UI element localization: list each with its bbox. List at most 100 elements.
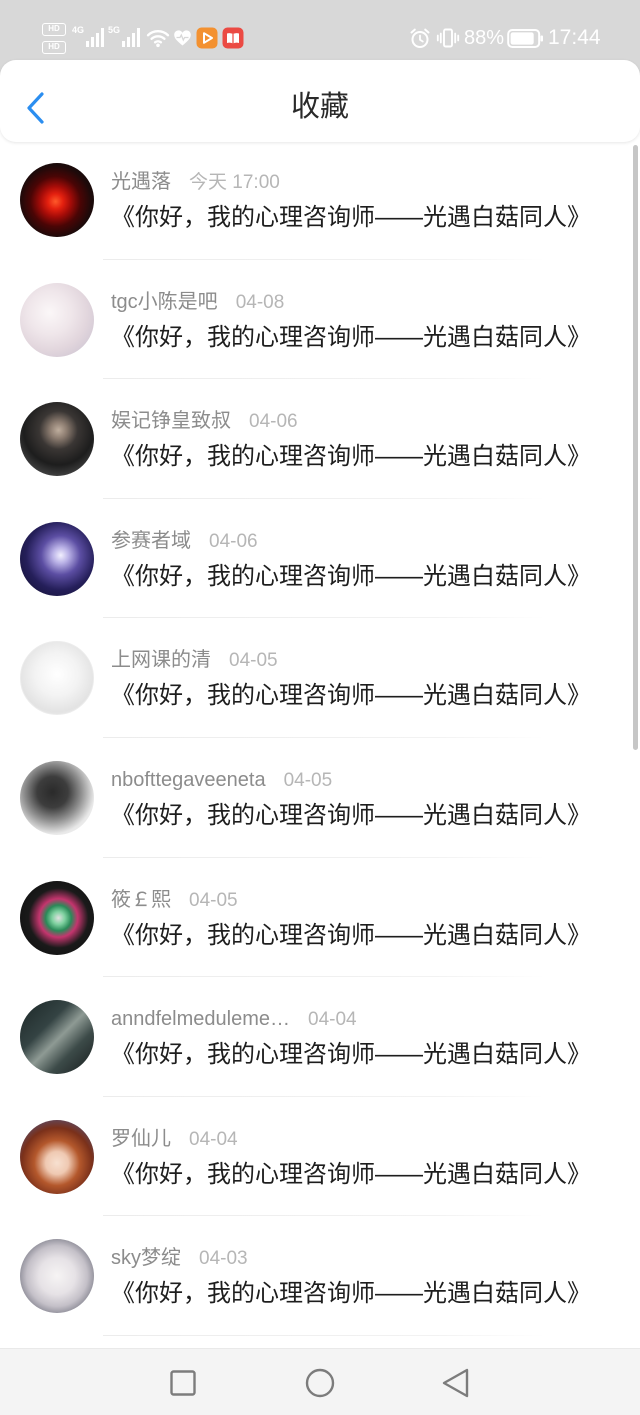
timestamp: 04-06	[249, 411, 298, 433]
home-icon	[305, 1368, 335, 1398]
post-title[interactable]: 《你好，我的心理咨询师——光遇白菇同人》	[111, 1279, 591, 1309]
item-header-line: 参赛者域 04-06	[111, 529, 258, 553]
item-header-line: tgc小陈是吧 04-08	[111, 290, 284, 314]
item-text: anndfelmeduleme… 04-04 《你好，我的心理咨询师——光遇白菇同…	[111, 977, 600, 1096]
divider	[103, 1334, 545, 1336]
battery-icon	[507, 29, 543, 48]
timestamp: 04-05	[229, 650, 278, 672]
avatar[interactable]	[20, 163, 94, 237]
hd-voice-badge: HD	[42, 23, 66, 36]
avatar[interactable]	[20, 402, 94, 477]
item-text: 罗仙儿 04-04 《你好，我的心理咨询师——光遇白菇同人》	[111, 1097, 600, 1216]
timestamp: 04-04	[189, 1128, 238, 1150]
item-header-line: nbofttegaveeneta 04-05	[111, 768, 332, 792]
username[interactable]: 参赛者域	[111, 530, 191, 552]
item-header-line: 上网课的清 04-05	[111, 648, 278, 672]
page-title: 收藏	[290, 91, 349, 123]
post-title[interactable]: 《你好，我的心理咨询师——光遇白菇同人》	[111, 203, 591, 233]
item-header-line: 光遇落 今天 17:00	[111, 170, 280, 194]
status-time: 17:44	[548, 26, 601, 49]
recent-apps-icon	[170, 1370, 196, 1396]
post-title[interactable]: 《你好，我的心理咨询师——光遇白菇同人》	[111, 681, 591, 711]
timestamp: 04-05	[283, 769, 333, 791]
back-icon	[442, 1368, 469, 1398]
item-text: tgc小陈是吧 04-08 《你好，我的心理咨询师——光遇白菇同人》	[111, 260, 600, 379]
battery-percent: 88%	[464, 27, 505, 49]
username[interactable]: nbofttegaveeneta	[111, 769, 266, 791]
post-title[interactable]: 《你好，我的心理咨询师——光遇白菇同人》	[111, 562, 591, 592]
timestamp: 04-03	[199, 1248, 248, 1270]
favorite-item[interactable]: sky梦绽 04-03 《你好，我的心理咨询师——光遇白菇同人》	[0, 1216, 640, 1336]
recent-apps-button[interactable]	[153, 1357, 213, 1409]
username[interactable]: anndfelmeduleme…	[111, 1008, 290, 1030]
system-back-button[interactable]	[425, 1357, 485, 1409]
item-text: 光遇落 今天 17:00 《你好，我的心理咨询师——光遇白菇同人》	[111, 140, 600, 259]
username[interactable]: 罗仙儿	[111, 1128, 171, 1150]
timestamp: 04-08	[235, 291, 285, 313]
timestamp: 04-06	[209, 530, 258, 552]
favorite-item[interactable]: nbofttegaveeneta 04-05 《你好，我的心理咨询师——光遇白菇同…	[0, 738, 640, 858]
home-button[interactable]	[290, 1357, 350, 1409]
battery-level-fill	[510, 32, 534, 45]
favorite-item[interactable]: 筱￡熙 04-05 《你好，我的心理咨询师——光遇白菇同人》	[0, 858, 640, 978]
favorite-item[interactable]: 光遇落 今天 17:00 《你好，我的心理咨询师——光遇白菇同人》	[0, 140, 640, 260]
vibrate-icon	[436, 28, 460, 48]
network-type-label: 5G	[108, 25, 120, 35]
avatar[interactable]	[20, 1000, 94, 1075]
timestamp: 今天 17:00	[189, 172, 280, 193]
back-arrow-icon	[27, 92, 44, 124]
avatar[interactable]	[20, 1119, 94, 1194]
signal-4g-icon: 4G	[72, 25, 104, 47]
video-app-icon	[196, 27, 218, 49]
item-header-line: anndfelmeduleme… 04-04	[111, 1007, 357, 1031]
timestamp: 04-04	[308, 1009, 357, 1031]
timestamp: 04-05	[189, 889, 238, 911]
system-navigation-bar	[0, 1348, 640, 1415]
post-title[interactable]: 《你好，我的心理咨询师——光遇白菇同人》	[111, 1040, 591, 1070]
heart-icon	[174, 30, 191, 46]
scrollbar[interactable]	[633, 145, 638, 750]
header: 收藏	[0, 60, 640, 142]
username[interactable]: sky梦绽	[111, 1247, 181, 1269]
reader-app-icon	[222, 27, 244, 49]
favorite-item[interactable]: 罗仙儿 04-04 《你好，我的心理咨询师——光遇白菇同人》	[0, 1097, 640, 1217]
phone-screen: HD HD 4G 5G 88% 17:44 收藏 光遇落 今天 17:00 《你…	[0, 0, 640, 1415]
post-title[interactable]: 《你好，我的心理咨询师——光遇白菇同人》	[111, 323, 591, 353]
item-header-line: 罗仙儿 04-04	[111, 1127, 238, 1151]
item-text: 上网课的清 04-05 《你好，我的心理咨询师——光遇白菇同人》	[111, 618, 600, 737]
username[interactable]: 筱￡熙	[111, 889, 171, 911]
item-header-line: 筱￡熙 04-05	[111, 888, 238, 912]
avatar[interactable]	[20, 282, 94, 357]
username[interactable]: 光遇落	[111, 171, 171, 193]
avatar[interactable]	[20, 760, 94, 835]
item-text: 参赛者域 04-06 《你好，我的心理咨询师——光遇白菇同人》	[111, 499, 600, 618]
favorites-list[interactable]: 光遇落 今天 17:00 《你好，我的心理咨询师——光遇白菇同人》 tgc小陈是吧…	[0, 140, 640, 1348]
favorite-item[interactable]: 娱记铮皇致叔 04-06 《你好，我的心理咨询师——光遇白菇同人》	[0, 379, 640, 499]
post-title[interactable]: 《你好，我的心理咨询师——光遇白菇同人》	[111, 1160, 591, 1190]
item-text: nbofttegaveeneta 04-05 《你好，我的心理咨询师——光遇白菇同…	[111, 738, 600, 857]
favorite-item[interactable]: 参赛者域 04-06 《你好，我的心理咨询师——光遇白菇同人》	[0, 499, 640, 619]
post-title[interactable]: 《你好，我的心理咨询师——光遇白菇同人》	[111, 442, 591, 472]
avatar[interactable]	[20, 1239, 94, 1314]
item-header-line: 娱记铮皇致叔 04-06	[111, 409, 298, 433]
network-type-label: 4G	[72, 25, 84, 35]
username[interactable]: tgc小陈是吧	[111, 291, 218, 313]
wifi-icon	[146, 30, 170, 48]
favorite-item[interactable]: anndfelmeduleme… 04-04 《你好，我的心理咨询师——光遇白菇同…	[0, 977, 640, 1097]
post-title[interactable]: 《你好，我的心理咨询师——光遇白菇同人》	[111, 921, 591, 951]
avatar[interactable]	[20, 521, 94, 596]
item-text: 筱￡熙 04-05 《你好，我的心理咨询师——光遇白菇同人》	[111, 858, 600, 977]
item-header-line: sky梦绽 04-03	[111, 1246, 248, 1270]
hd-voice-badge: HD	[42, 41, 66, 54]
item-text: 娱记铮皇致叔 04-06 《你好，我的心理咨询师——光遇白菇同人》	[111, 379, 600, 498]
back-button[interactable]	[10, 74, 62, 130]
signal-5g-icon: 5G	[108, 25, 140, 47]
favorite-item[interactable]: 上网课的清 04-05 《你好，我的心理咨询师——光遇白菇同人》	[0, 618, 640, 738]
favorite-item[interactable]: tgc小陈是吧 04-08 《你好，我的心理咨询师——光遇白菇同人》	[0, 260, 640, 380]
avatar[interactable]	[20, 641, 94, 716]
post-title[interactable]: 《你好，我的心理咨询师——光遇白菇同人》	[111, 801, 591, 831]
username[interactable]: 上网课的清	[111, 649, 211, 671]
avatar[interactable]	[20, 880, 94, 955]
alarm-icon	[410, 28, 430, 48]
username[interactable]: 娱记铮皇致叔	[111, 410, 231, 432]
